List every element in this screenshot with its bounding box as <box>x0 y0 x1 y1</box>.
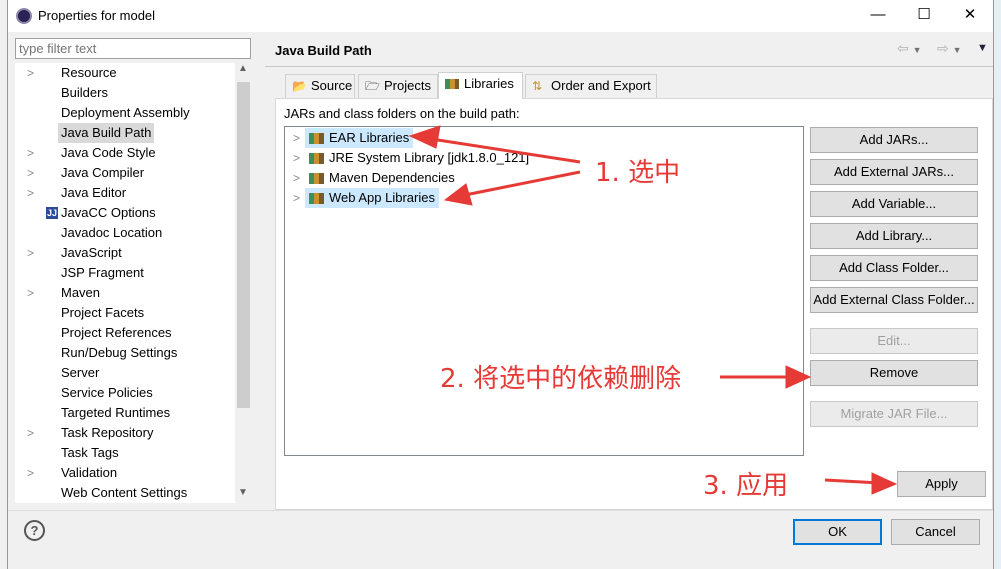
arrow-to-ear-libraries <box>424 136 581 164</box>
arrowhead <box>443 183 473 206</box>
arrowhead <box>408 125 441 149</box>
annotation-step1: 1. 选中 <box>595 158 681 188</box>
annotation-step3: 3. 应用 <box>703 471 789 501</box>
annotation-step2: 2. 将选中的依赖删除 <box>440 364 682 394</box>
arrowhead <box>871 472 898 495</box>
annotation-arrows <box>408 125 898 495</box>
arrowhead <box>785 365 812 389</box>
arrow-to-web-app-libraries <box>459 170 581 198</box>
